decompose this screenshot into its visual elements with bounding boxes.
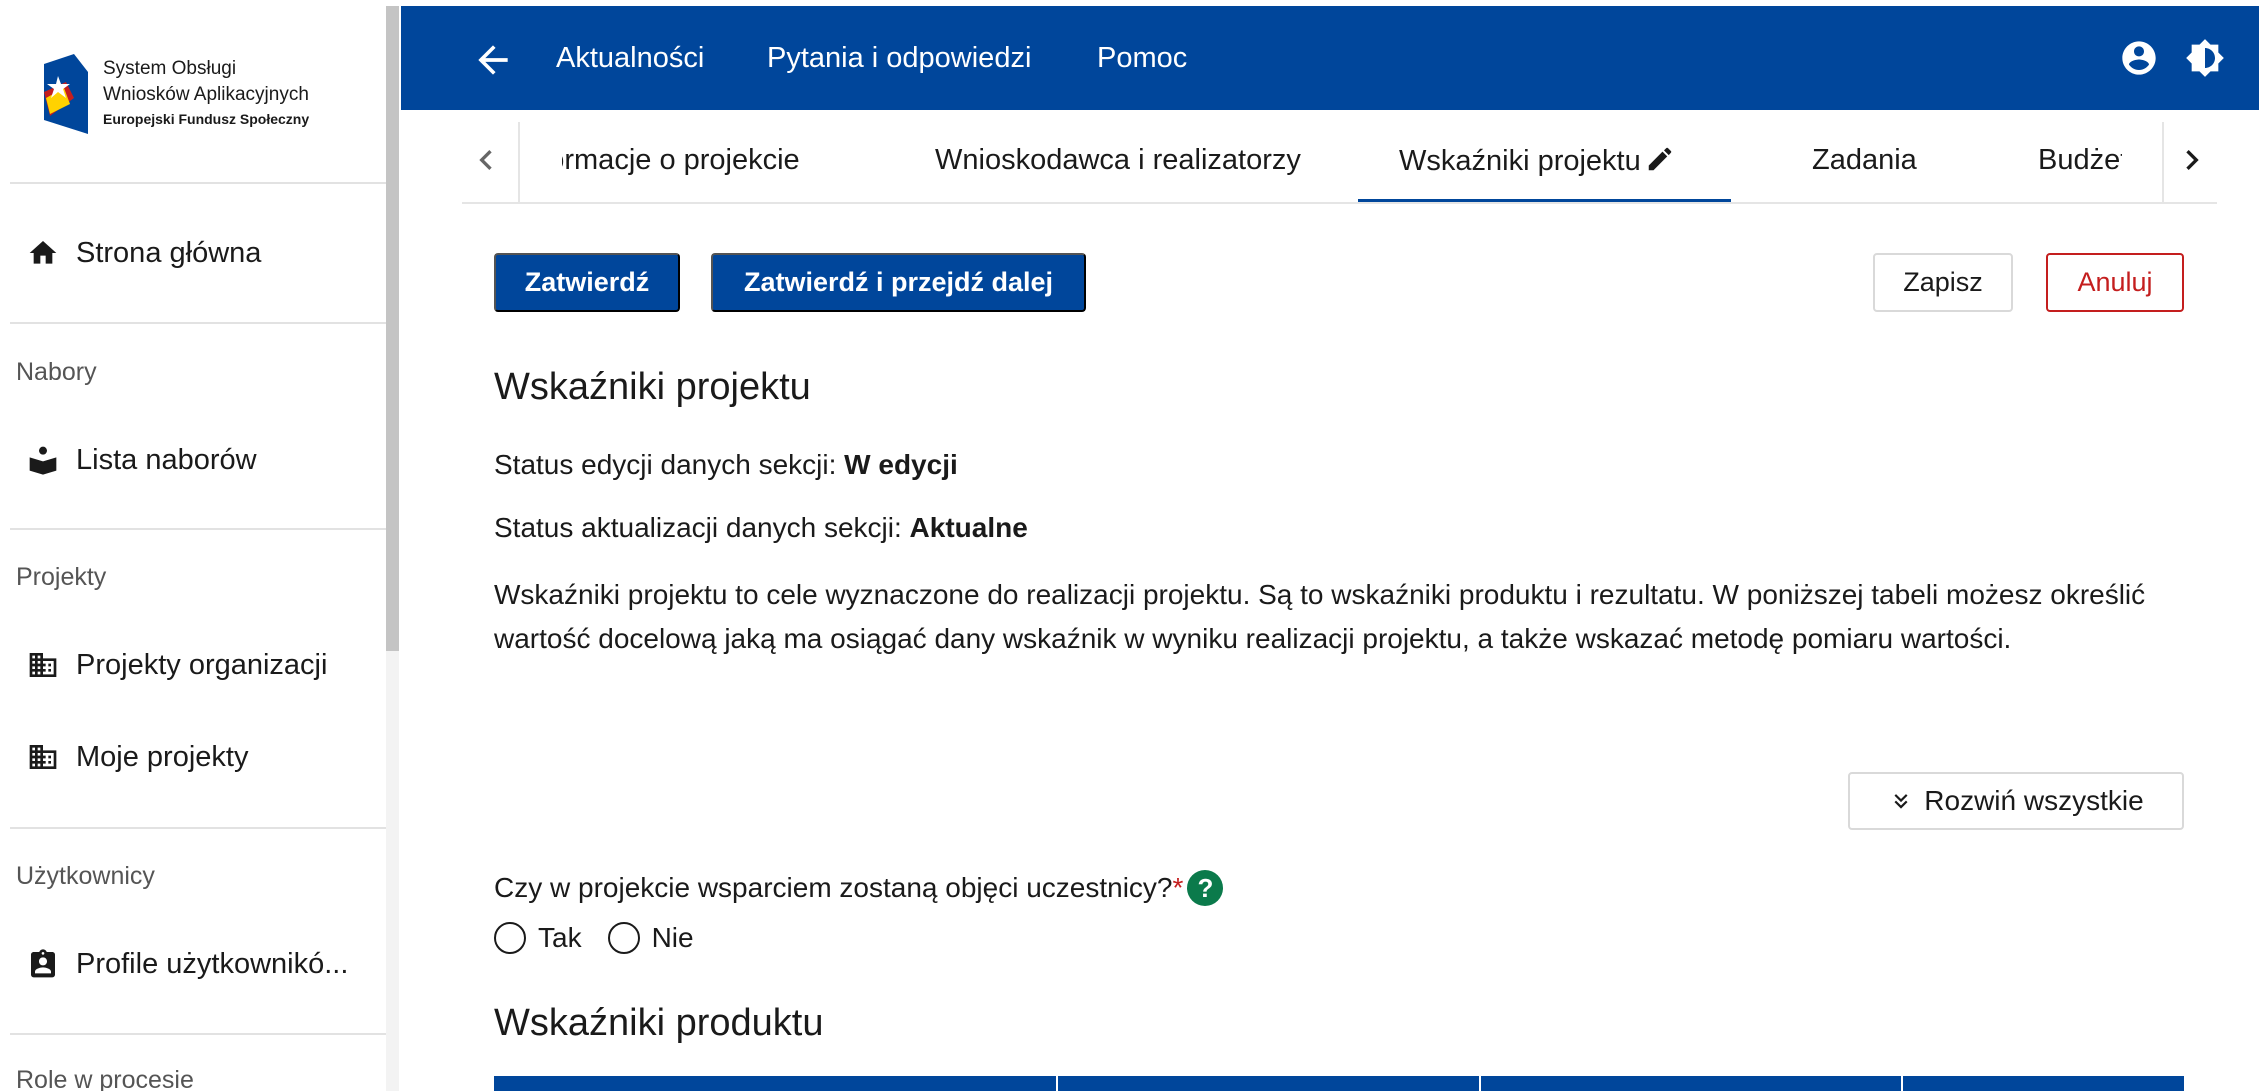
status-edit-label: Status edycji danych sekcji: [494, 449, 845, 480]
question-text: Czy w projekcie wsparciem zostaną objęci… [494, 872, 1173, 903]
sidebar-item-label: Strona główna [76, 236, 262, 269]
status-update-label: Status aktualizacji danych sekcji: [494, 512, 910, 543]
double-chevron-down-icon [1894, 794, 1908, 809]
contrast-button[interactable] [2185, 38, 2225, 78]
logo-line-3: Europejski Fundusz Społeczny [103, 111, 310, 127]
tabs-viewport: Informacje o projekcie Wnioskodawca i re… [562, 122, 2122, 202]
sidebar-scrollbar-track[interactable] [386, 651, 399, 1091]
status-update-value: Aktualne [909, 512, 1028, 543]
fe-logo-icon [44, 54, 88, 134]
active-tab-indicator [1358, 199, 1731, 202]
page-title: Wskaźniki projektu [494, 366, 811, 408]
building-icon [10, 649, 76, 681]
radio-tak[interactable]: Tak [494, 922, 582, 954]
sidebar-item-home[interactable]: Strona główna [10, 221, 390, 285]
logo-line-2: Wniosków Aplikacyjnych [103, 84, 309, 105]
tab-label: Wskaźniki projektu [1399, 145, 1641, 177]
radio-circle[interactable] [607, 922, 640, 954]
participants-question: Czy w projekcie wsparciem zostaną objęci… [494, 870, 1224, 906]
sidebar-section-role: Role w procesie [16, 1066, 194, 1091]
sidebar-item-label: Moje projekty [76, 740, 249, 773]
sidebar-scrollbar-thumb[interactable] [386, 6, 399, 651]
radio-label: Tak [538, 922, 582, 953]
tab-zadania[interactable]: Zadania [1812, 144, 1917, 177]
book-hand-icon [10, 444, 76, 476]
table-column-separator [1479, 1076, 1481, 1091]
participants-radio-group: Tak Nie [494, 922, 720, 954]
radio-label: Nie [651, 922, 694, 953]
tab-budzet[interactable]: Budżet pr [2038, 144, 2122, 177]
required-mark: * [1172, 872, 1184, 903]
tabs-separator [518, 122, 520, 202]
nav-link-pytania[interactable]: Pytania i odpowiedzi [767, 42, 1031, 75]
status-edit: Status edycji danych sekcji: W edycji [494, 449, 958, 481]
sidebar-divider [10, 528, 390, 530]
sidebar-item-projekty-organizacji[interactable]: Projekty organizacji [10, 633, 390, 697]
sidebar-divider [10, 322, 390, 324]
top-bar: Aktualności Pytania i odpowiedzi Pomoc [401, 6, 2259, 110]
building-icon [10, 741, 76, 773]
nav-link-aktualnosci[interactable]: Aktualności [556, 42, 704, 75]
sidebar-item-label: Projekty organizacji [76, 648, 328, 681]
tabs-scroll-right[interactable] [2172, 140, 2212, 180]
sidebar-item-moje-projekty[interactable]: Moje projekty [10, 725, 390, 789]
expand-all-button[interactable]: Rozwiń wszystkie [1848, 772, 2184, 830]
help-icon[interactable]: ? [1187, 870, 1224, 906]
sidebar-item-label: Profile użytkownikó... [76, 947, 349, 980]
sidebar-item-label: Lista naborów [76, 443, 257, 476]
table-header [494, 1076, 2184, 1091]
sidebar-divider [10, 1033, 390, 1035]
expand-all-label: Rozwiń wszystkie [1924, 785, 2144, 816]
tabs-scroll-left[interactable] [466, 140, 506, 180]
sidebar: System Obsługi Wniosków Aplikacyjnych Eu… [0, 0, 400, 1091]
nav-link-pomoc[interactable]: Pomoc [1097, 42, 1187, 75]
radio-circle[interactable] [494, 922, 526, 954]
home-icon [10, 237, 76, 269]
logo-line-1: System Obsługi [103, 58, 237, 79]
table-column-separator [1056, 1076, 1058, 1091]
account-circle-icon [2122, 41, 2156, 75]
status-update: Status aktualizacji danych sekcji: Aktua… [494, 512, 1028, 544]
sidebar-divider [10, 182, 390, 184]
tab-wskazniki[interactable]: Wskaźniki projektu [1399, 144, 1675, 178]
status-edit-value: W edycji [844, 449, 958, 480]
tab-wnioskodawca[interactable]: Wnioskodawca i realizatorzy [935, 144, 1301, 177]
account-button[interactable] [2119, 38, 2159, 78]
chevron-right-icon [2186, 150, 2199, 170]
sidebar-section-nabory: Nabory [16, 358, 97, 386]
tabs-separator [2162, 122, 2164, 202]
chevron-left-icon [479, 150, 492, 170]
logo-text: System Obsługi Wniosków Aplikacyjnych Eu… [103, 56, 309, 130]
cancel-button[interactable]: Anuluj [2046, 253, 2184, 312]
sidebar-divider [10, 827, 390, 829]
save-button[interactable]: Zapisz [1873, 253, 2013, 312]
section-tabs: Informacje o projekcie Wnioskodawca i re… [462, 122, 2217, 204]
radio-nie[interactable]: Nie [607, 922, 694, 954]
tab-informacje[interactable]: Informacje o projekcie [562, 144, 800, 177]
table-column-separator [1901, 1076, 1903, 1091]
app-logo[interactable]: System Obsługi Wniosków Aplikacyjnych Eu… [44, 52, 384, 142]
section-title-produkt: Wskaźniki produktu [494, 1002, 824, 1044]
pencil-icon [1645, 144, 1675, 174]
confirm-button[interactable]: Zatwierdź [494, 253, 680, 312]
section-description: Wskaźniki projektu to cele wyznaczone do… [494, 579, 2146, 654]
confirm-next-button[interactable]: Zatwierdź i przejdź dalej [711, 253, 1086, 312]
brightness-icon [2186, 39, 2224, 77]
sidebar-item-lista-naborow[interactable]: Lista naborów [10, 428, 390, 492]
sidebar-section-uzytkownicy: Użytkownicy [16, 862, 155, 890]
arrow-left-icon [478, 45, 508, 75]
sidebar-item-profile[interactable]: Profile użytkownikó... [10, 932, 390, 996]
badge-icon [10, 948, 76, 980]
back-button[interactable] [471, 38, 515, 82]
sidebar-section-projekty: Projekty [16, 563, 107, 591]
